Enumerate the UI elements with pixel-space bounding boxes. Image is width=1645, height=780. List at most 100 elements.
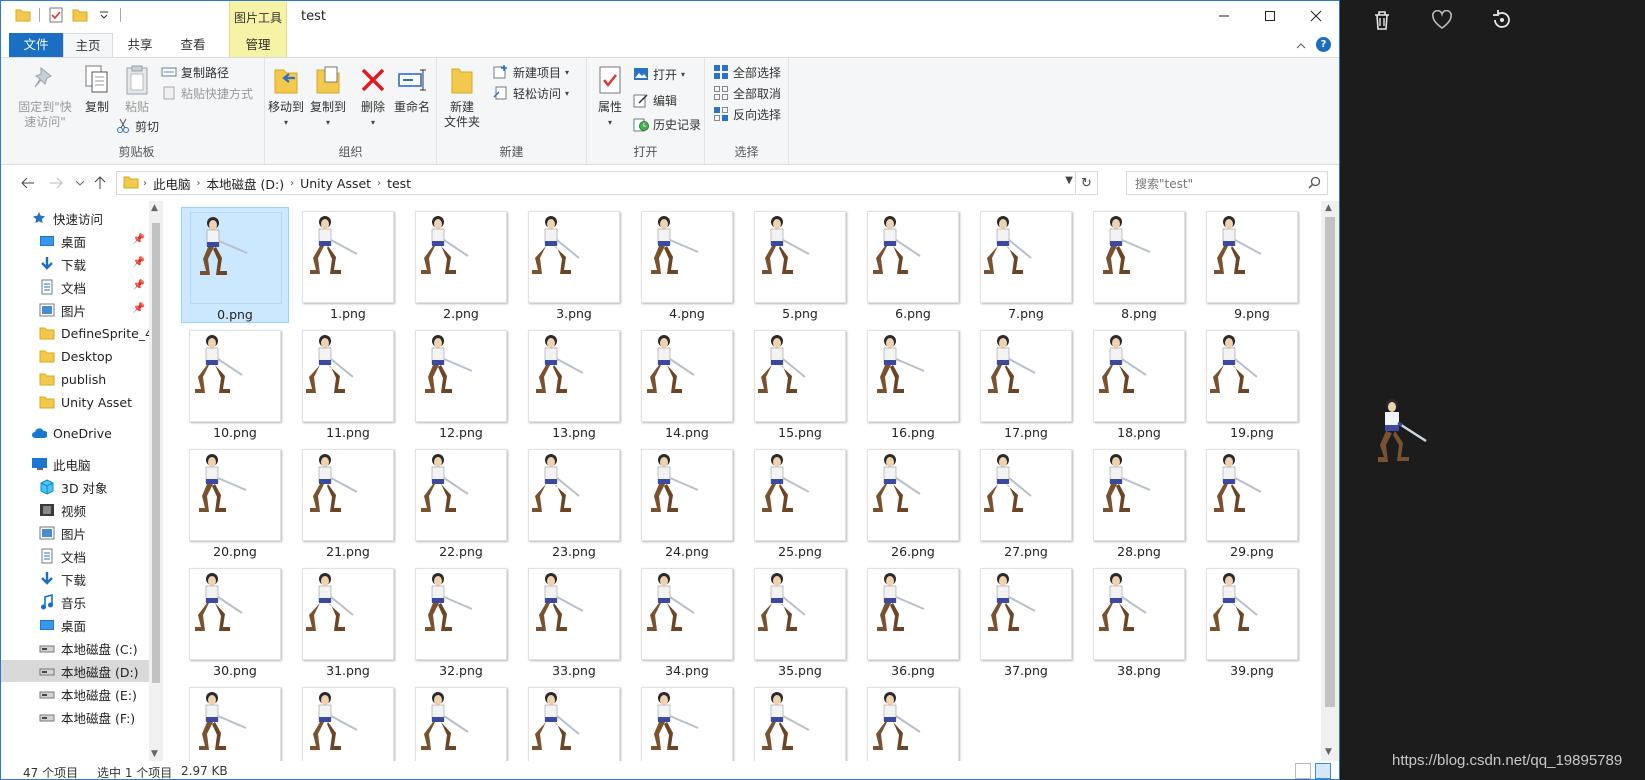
properties-button[interactable]: 属性 ▾	[593, 64, 627, 130]
nav-item[interactable]: 本地磁盘 (E:)	[1, 683, 149, 705]
content-scroll-thumb[interactable]	[1325, 217, 1335, 707]
delete-button[interactable]: 删除 ▾	[357, 64, 389, 130]
file-tile[interactable]: 3.png	[520, 207, 628, 323]
file-tile[interactable]: 9.png	[1198, 207, 1306, 323]
file-tile[interactable]: 21.png	[294, 445, 402, 561]
breadcrumb-this-pc[interactable]: 此电脑	[147, 174, 197, 193]
nav-item[interactable]: 本地磁盘 (F:)	[1, 706, 149, 728]
file-tile[interactable]: 4.png	[633, 207, 741, 323]
nav-item[interactable]: 下载	[1, 568, 149, 590]
help-icon[interactable]: ?	[1316, 37, 1331, 52]
move-to-button[interactable]: 移动到 ▾	[265, 64, 307, 130]
copy-path-button[interactable]: 复制路径	[161, 62, 229, 82]
file-tile[interactable]: 36.png	[859, 564, 967, 680]
address-history-dropdown-icon[interactable]: ▼	[1065, 175, 1073, 186]
nav-item[interactable]: 桌面	[1, 614, 149, 636]
file-tile[interactable]: 20.png	[181, 445, 289, 561]
up-button[interactable]	[91, 174, 109, 192]
file-tile[interactable]: 39.png	[1198, 564, 1306, 680]
file-tile[interactable]: 37.png	[972, 564, 1080, 680]
nav-item[interactable]: 图片	[1, 522, 149, 544]
open-button[interactable]: 打开 ▾	[633, 64, 685, 84]
select-none-button[interactable]: 全部取消	[713, 83, 781, 103]
delete-button[interactable]	[1368, 6, 1396, 34]
file-tile[interactable]: 27.png	[972, 445, 1080, 561]
nav-item[interactable]: 下载 📌	[1, 253, 149, 275]
search-input[interactable]: 搜索"test"	[1126, 171, 1328, 195]
nav-item[interactable]: 快速访问	[1, 207, 149, 229]
history-button[interactable]: 历史记录	[633, 114, 701, 134]
tab-manage[interactable]: 管理	[229, 33, 287, 57]
copy-button[interactable]: 复制	[79, 64, 115, 115]
file-tile[interactable]: 11.png	[294, 326, 402, 442]
file-tile[interactable]: 38.png	[1085, 564, 1193, 680]
file-tile[interactable]: 35.png	[746, 564, 854, 680]
file-tile[interactable]: 28.png	[1085, 445, 1193, 561]
properties-check-icon[interactable]	[48, 7, 64, 23]
file-tile[interactable]: 17.png	[972, 326, 1080, 442]
paste-button[interactable]: 粘贴	[119, 64, 155, 115]
select-all-button[interactable]: 全部选择	[713, 62, 781, 82]
nav-item[interactable]: 图片 📌	[1, 299, 149, 321]
large-icons-view-button[interactable]	[1315, 763, 1331, 779]
nav-item[interactable]: 此电脑	[1, 453, 149, 475]
file-tile[interactable]: 1.png	[294, 207, 402, 323]
file-tile[interactable]: 5.png	[746, 207, 854, 323]
file-tile[interactable]: 44.png	[633, 683, 741, 761]
copy-to-button[interactable]: 复制到 ▾	[307, 64, 349, 130]
refresh-button[interactable]: ↻	[1075, 172, 1097, 194]
file-tile[interactable]: 31.png	[294, 564, 402, 680]
file-tile[interactable]: 45.png	[746, 683, 854, 761]
customize-toolbar-icon[interactable]	[96, 7, 112, 23]
pin-quick-access-button[interactable]: 固定到"快 速访问"	[17, 64, 73, 130]
file-tile[interactable]: 12.png	[407, 326, 515, 442]
file-tile[interactable]: 33.png	[520, 564, 628, 680]
content-scrollbar[interactable]: ▲ ▼	[1321, 201, 1339, 761]
file-tile[interactable]: 40.png	[181, 683, 289, 761]
file-tile[interactable]: 15.png	[746, 326, 854, 442]
nav-scroll-thumb[interactable]	[152, 223, 160, 683]
paste-shortcut-button[interactable]: 粘贴快捷方式	[161, 83, 253, 103]
minimize-button[interactable]	[1201, 1, 1247, 31]
search-icon[interactable]	[1308, 176, 1321, 192]
tab-share[interactable]: 共享	[115, 33, 165, 57]
nav-scrollbar[interactable]: ▲ ▼	[149, 201, 163, 761]
file-tile[interactable]: 26.png	[859, 445, 967, 561]
file-tile[interactable]: 29.png	[1198, 445, 1306, 561]
tab-file[interactable]: 文件	[9, 33, 63, 57]
scroll-down-icon[interactable]: ▼	[1325, 747, 1332, 757]
scroll-up-icon[interactable]: ▲	[1325, 203, 1332, 213]
file-tile[interactable]: 30.png	[181, 564, 289, 680]
breadcrumb-drive-d[interactable]: 本地磁盘 (D:)	[201, 174, 291, 193]
nav-item[interactable]: 桌面 📌	[1, 230, 149, 252]
nav-item[interactable]: Desktop	[1, 345, 149, 367]
nav-item[interactable]: 本地磁盘 (D:)	[1, 660, 149, 682]
new-folder-button[interactable]: 新建 文件夹	[441, 64, 483, 130]
file-tile[interactable]: 7.png	[972, 207, 1080, 323]
file-tile[interactable]: 25.png	[746, 445, 854, 561]
address-bar[interactable]: › 此电脑 › 本地磁盘 (D:) › Unity Asset › test ▼…	[116, 171, 1098, 195]
breadcrumb-test[interactable]: test	[381, 176, 417, 191]
file-tile[interactable]: 0.png	[181, 207, 289, 323]
edit-button[interactable]: 编辑	[633, 90, 677, 110]
file-tile[interactable]: 10.png	[181, 326, 289, 442]
cut-button[interactable]: 剪切	[115, 116, 159, 136]
file-tile[interactable]: 14.png	[633, 326, 741, 442]
file-tile[interactable]: 32.png	[407, 564, 515, 680]
file-tile[interactable]: 41.png	[294, 683, 402, 761]
scroll-up-icon[interactable]: ▲	[151, 203, 158, 213]
file-tile[interactable]: 42.png	[407, 683, 515, 761]
rename-button[interactable]: 重命名	[389, 64, 435, 115]
file-tile[interactable]: 19.png	[1198, 326, 1306, 442]
rotate-button[interactable]	[1488, 6, 1516, 34]
details-view-button[interactable]	[1295, 763, 1311, 779]
nav-item[interactable]: 本地磁盘 (C:)	[1, 637, 149, 659]
file-tile[interactable]: 24.png	[633, 445, 741, 561]
file-tile[interactable]: 46.png	[859, 683, 967, 761]
nav-item[interactable]: DefineSprite_46	[1, 322, 149, 344]
nav-item[interactable]: 视频	[1, 499, 149, 521]
collapse-ribbon-icon[interactable]	[1296, 38, 1306, 52]
file-tile[interactable]: 2.png	[407, 207, 515, 323]
scroll-down-icon[interactable]: ▼	[151, 749, 158, 759]
new-folder-icon[interactable]	[72, 7, 88, 23]
